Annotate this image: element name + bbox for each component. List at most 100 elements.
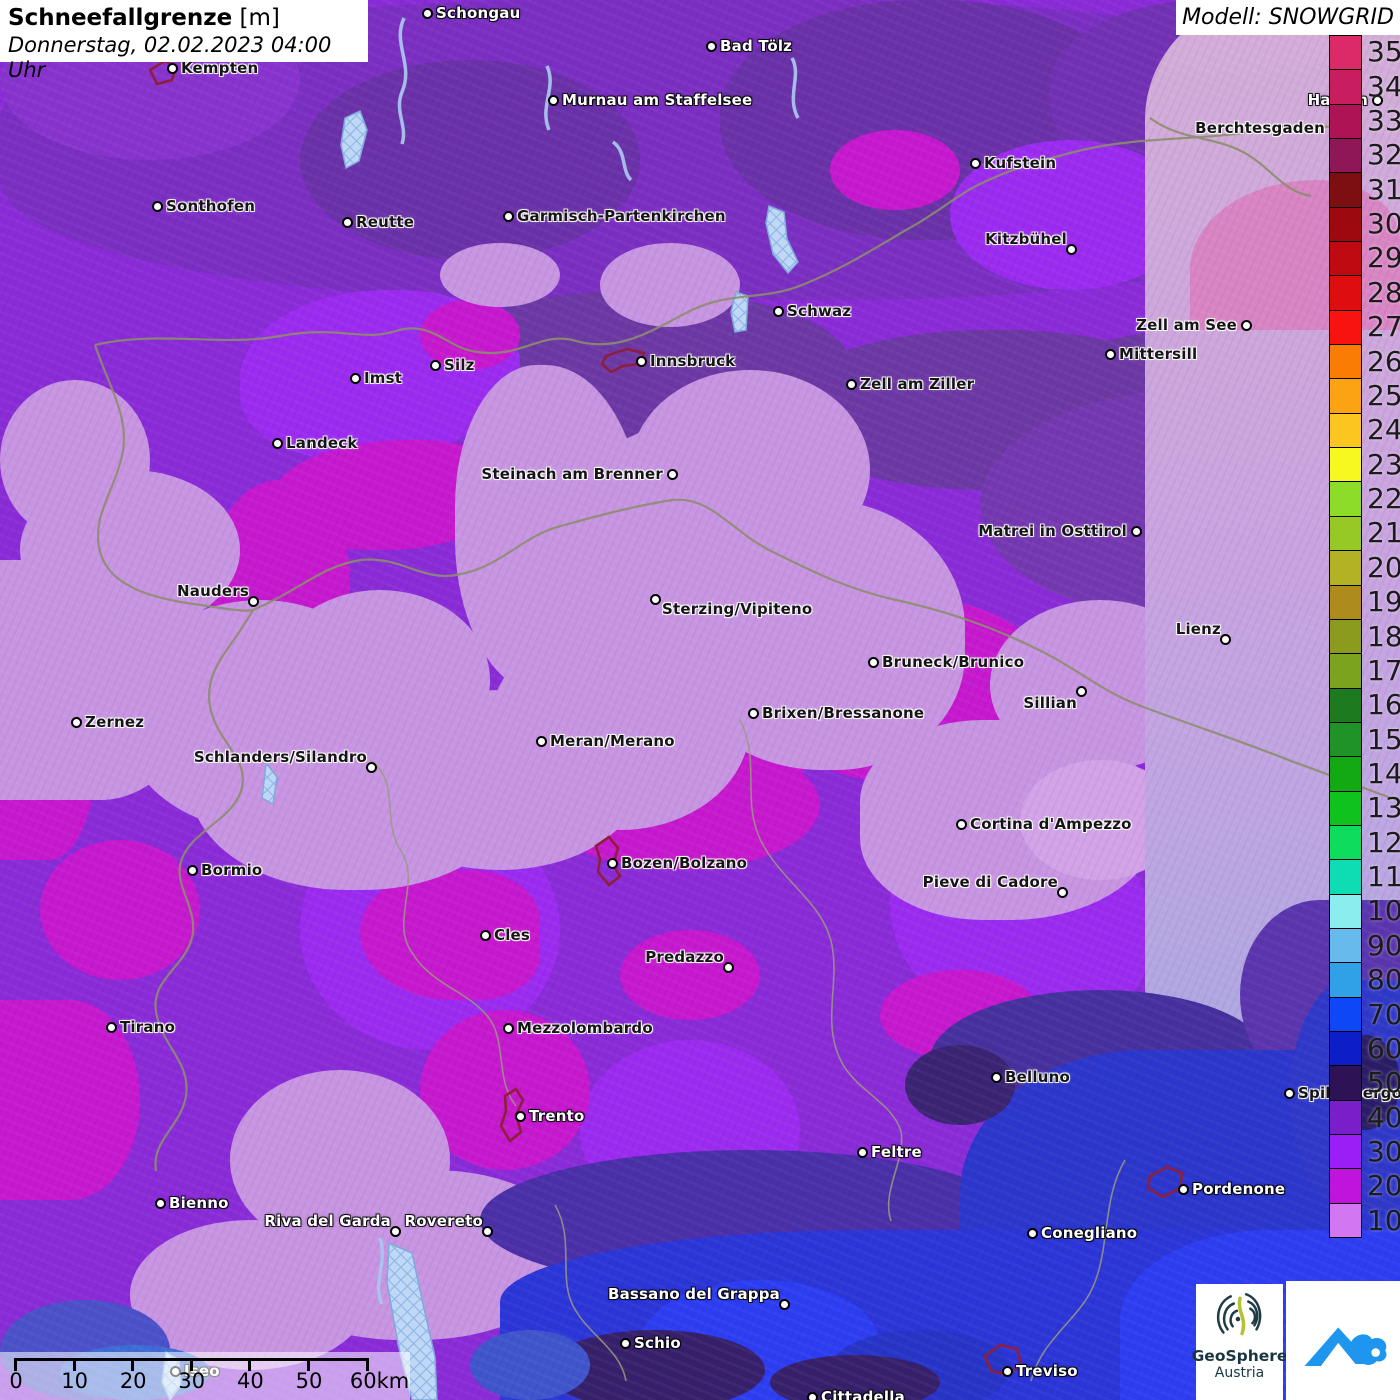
colorbar-tick-label: 3300 [1367,107,1400,135]
colorbar-tick-label: 2200 [1367,485,1400,513]
city-dot [1027,1228,1038,1239]
city-label: Pordenone [1192,1180,1285,1198]
city-label: Bad Tölz [720,37,792,55]
colorbar-tick-label: 600 [1367,1035,1400,1063]
colorbar-segment [1330,345,1361,379]
city-markers: SchongauBad TölzKemptenMurnau am Staffel… [0,0,1400,1400]
colorbar-tick-label: 700 [1367,1001,1400,1029]
colorbar-strip [1329,35,1362,1238]
colorbar-segment [1330,963,1361,997]
city-label: Cles [494,926,530,944]
city-label: Bruneck/Brunico [882,653,1024,671]
model-label: Modell: SNOWGRID [1182,5,1394,30]
colorbar-segment [1330,36,1361,70]
city-label: Matrei in Osttirol [978,522,1127,540]
city-dot [430,360,441,371]
city-label: Innsbruck [650,352,735,370]
city-label: Sillian [1023,694,1077,712]
city-label: Schwaz [787,302,851,320]
colorbar-tick-label: 800 [1367,966,1400,994]
city-dot [272,438,283,449]
city-dot [650,594,661,605]
city-label: Zernez [85,713,144,731]
city-dot [536,736,547,747]
colorbar-segment [1330,70,1361,104]
colorbar-tick-label: 500 [1367,1069,1400,1097]
city-dot [155,1198,166,1209]
colorbar-tick-label: 3100 [1367,176,1400,204]
colorbar-tick-label: 1100 [1367,863,1400,891]
city-label: Riva del Garda [264,1212,391,1230]
city-dot [187,865,198,876]
city-label: Feltre [871,1143,922,1161]
city-dot [1105,349,1116,360]
city-label: Cittadella [821,1388,905,1400]
colorbar-segment [1330,173,1361,207]
city-label: Pieve di Cadore [923,873,1058,891]
city-label: Tirano [120,1018,175,1036]
city-dot [503,211,514,222]
colorbar-segment [1330,448,1361,482]
colorbar-segment [1330,929,1361,963]
city-label: Murnau am Staffelsee [562,91,752,109]
city-dot [1241,320,1252,331]
city-dot [991,1072,1002,1083]
colorbar-tick-label: 3200 [1367,141,1400,169]
colorbar-segment [1330,1204,1361,1237]
city-dot [152,201,163,212]
colorbar-segment [1330,105,1361,139]
colorbar-tick-label: 300 [1367,1138,1400,1166]
city-dot [846,379,857,390]
city-label: Rovereto [405,1212,483,1230]
city-label: Brixen/Bressanone [762,704,924,722]
colorbar-tick-label: 1400 [1367,760,1400,788]
city-label: Cortina d'Ampezzo [970,815,1132,833]
city-label: Mezzolombardo [517,1019,653,1037]
colorbar-segment [1330,379,1361,413]
colorbar-segment [1330,276,1361,310]
colorbar-segment [1330,792,1361,826]
scale-bar-label: 0 [9,1369,22,1393]
city-label: Schongau [436,4,521,22]
city-label: Bozen/Bolzano [621,854,747,872]
city-dot [807,1392,818,1400]
city-dot [773,306,784,317]
map-title-text: Schneefallgrenze [8,5,232,31]
colorbar-segment [1330,1032,1361,1066]
city-dot [480,930,491,941]
city-label: Zell am Ziller [860,375,974,393]
city-dot [350,373,361,384]
city-dot [620,1338,631,1349]
colorbar-legend: 3500340033003200310030002900280027002600… [1329,35,1400,1238]
colorbar-tick-label: 3000 [1367,210,1400,238]
city-dot [515,1111,526,1122]
colorbar-segment [1330,1135,1361,1169]
colorbar-segment [1330,689,1361,723]
colorbar-tick-label: 400 [1367,1104,1400,1132]
geosphere-logo-country: Austria [1215,1365,1264,1381]
city-dot [1066,244,1077,255]
colorbar-segment [1330,482,1361,516]
colorbar-tick-label: 2300 [1367,451,1400,479]
scale-bar-label: 10 [61,1369,88,1393]
snowfall-line-map: SchongauBad TölzKemptenMurnau am Staffel… [0,0,1400,1400]
colorbar-tick-label: 1600 [1367,691,1400,719]
city-dot [71,717,82,728]
city-dot [607,858,618,869]
colorbar-tick-label: 3400 [1367,73,1400,101]
geosphere-logo-text: GeoSphere [1192,1348,1288,1365]
scale-bar-label: 20 [120,1369,147,1393]
city-dot [366,762,377,773]
colorbar-segment [1330,757,1361,791]
city-label: Bormio [201,861,262,879]
city-label: Schlanders/Silandro [194,748,367,766]
city-dot [1131,526,1142,537]
colorbar-tick-label: 2600 [1367,348,1400,376]
colorbar-segment [1330,998,1361,1032]
map-datetime: Donnerstag, 02.02.2023 04:00 Uhr [8,33,358,83]
colorbar-tick-label: 200 [1367,1172,1400,1200]
colorbar-tick-label: 1500 [1367,726,1400,754]
colorbar-tick-label: 1000 [1367,897,1400,925]
city-dot [970,158,981,169]
colorbar-tick-label: 2800 [1367,279,1400,307]
